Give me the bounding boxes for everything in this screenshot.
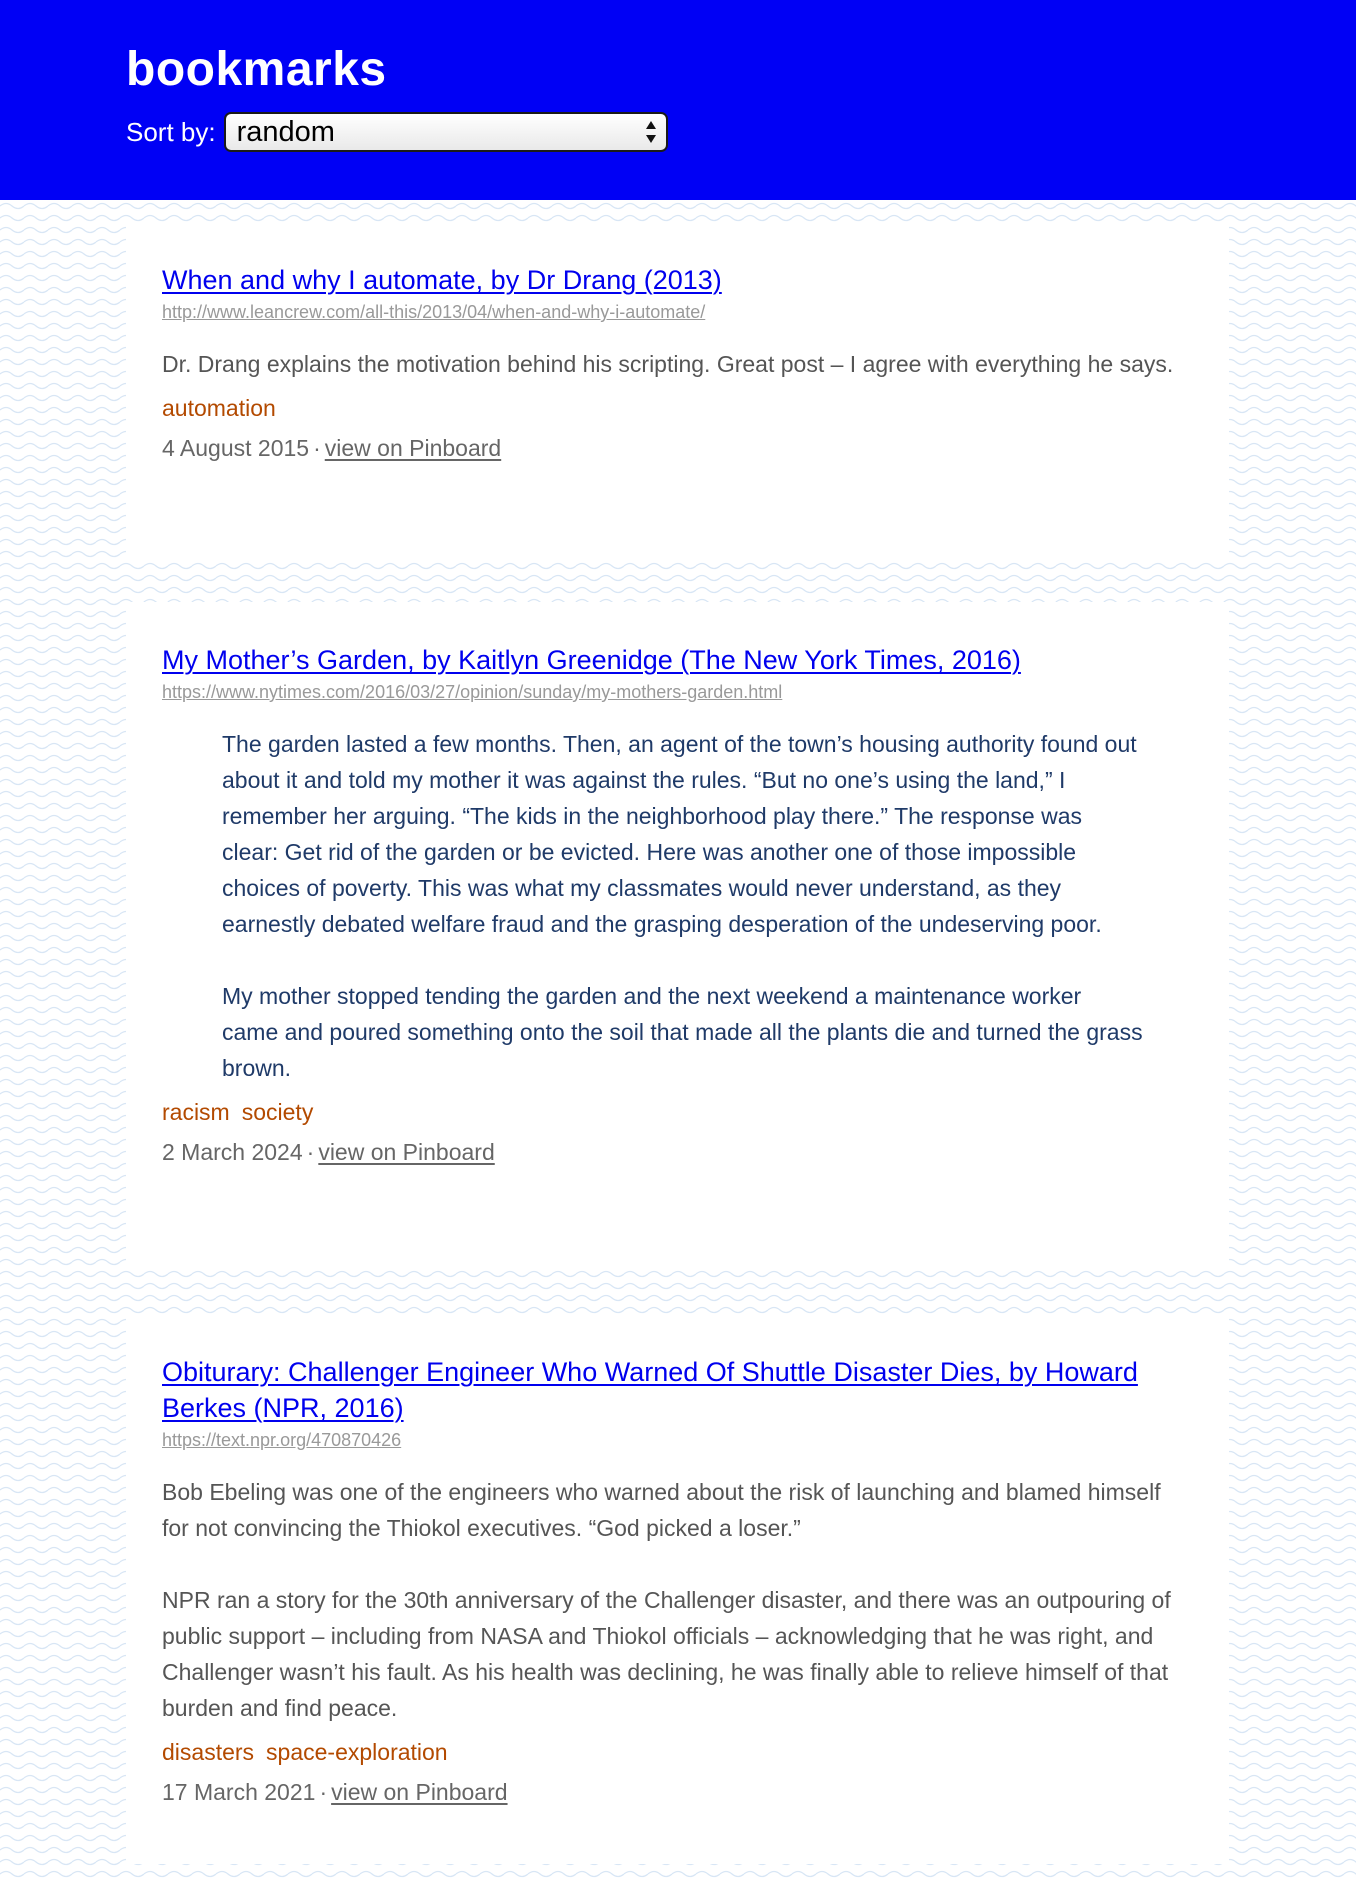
bookmark-tags: disasters space-exploration bbox=[162, 1737, 1193, 1767]
bookmark-url-link[interactable]: http://www.leancrew.com/all-this/2013/04… bbox=[162, 300, 1193, 324]
quote-paragraph: The garden lasted a few months. Then, an… bbox=[222, 731, 1137, 937]
meta-separator: · bbox=[319, 1779, 328, 1805]
bookmark-description: Bob Ebeling was one of the engineers who… bbox=[162, 1479, 1161, 1541]
view-on-pinboard-link[interactable]: view on Pinboard bbox=[331, 1779, 507, 1805]
tag-link[interactable]: space-exploration bbox=[266, 1739, 448, 1765]
tag-link[interactable]: society bbox=[242, 1099, 314, 1125]
view-on-pinboard-link[interactable]: view on Pinboard bbox=[318, 1139, 494, 1165]
bookmark-title-link[interactable]: My Mother’s Garden, by Kaitlyn Greenidge… bbox=[162, 642, 1193, 678]
bookmark-meta: 17 March 2021 · view on Pinboard bbox=[162, 1777, 1193, 1807]
sort-control: Sort by: random bbox=[126, 112, 668, 152]
bookmark-url-link[interactable]: https://www.nytimes.com/2016/03/27/opini… bbox=[162, 680, 1193, 704]
bookmark-meta: 2 March 2024 · view on Pinboard bbox=[162, 1137, 1193, 1167]
sort-select[interactable]: random bbox=[223, 112, 668, 152]
bookmark-date: 4 August 2015 bbox=[162, 435, 310, 461]
tag-link[interactable]: racism bbox=[162, 1099, 230, 1125]
view-on-pinboard-link[interactable]: view on Pinboard bbox=[325, 435, 501, 461]
quote-paragraph: My mother stopped tending the garden and… bbox=[222, 983, 1143, 1081]
select-arrows-icon bbox=[645, 121, 656, 143]
meta-separator: · bbox=[313, 435, 321, 461]
sort-select-value: random bbox=[236, 115, 335, 148]
tag-link[interactable]: automation bbox=[162, 395, 276, 421]
meta-separator: · bbox=[306, 1139, 315, 1165]
bookmark-description: Dr. Drang explains the motivation behind… bbox=[162, 351, 1174, 377]
bookmark-quote: The garden lasted a few months. Then, an… bbox=[162, 726, 1193, 1086]
sort-label: Sort by: bbox=[126, 116, 216, 147]
bookmark-description: NPR ran a story for the 30th anniversary… bbox=[162, 1587, 1171, 1721]
bookmark-title-link[interactable]: Obiturary: Challenger Engineer Who Warne… bbox=[162, 1354, 1193, 1426]
bookmark-url-link[interactable]: https://text.npr.org/470870426 bbox=[162, 1428, 1193, 1452]
bookmark-meta: 4 August 2015 · view on Pinboard bbox=[162, 433, 1193, 463]
bookmark-card: Obiturary: Challenger Engineer Who Warne… bbox=[126, 1314, 1229, 1864]
bookmark-date: 17 March 2021 bbox=[162, 1779, 316, 1805]
site-title: bookmarks bbox=[126, 43, 387, 96]
page-header: bookmarks Sort by: random bbox=[0, 0, 1356, 200]
bookmark-card: When and why I automate, by Dr Drang (20… bbox=[126, 222, 1229, 562]
bookmark-tags: racism society bbox=[162, 1097, 1193, 1127]
bookmark-date: 2 March 2024 bbox=[162, 1139, 303, 1165]
tag-link[interactable]: disasters bbox=[162, 1739, 254, 1765]
bookmark-card: My Mother’s Garden, by Kaitlyn Greenidge… bbox=[126, 602, 1229, 1270]
bookmark-tags: automation bbox=[162, 393, 1193, 423]
bookmark-title-link[interactable]: When and why I automate, by Dr Drang (20… bbox=[162, 262, 1193, 298]
